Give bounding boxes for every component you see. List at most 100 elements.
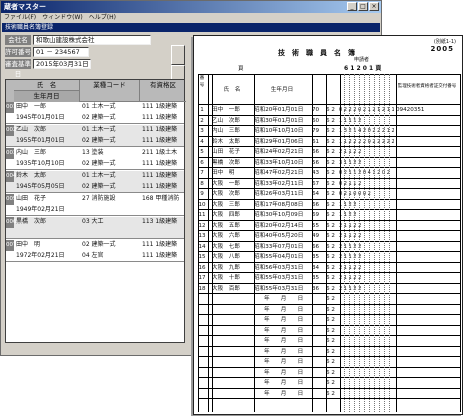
row-qual-2[interactable]: 111 1級建築: [142, 182, 186, 192]
report-row-license: [396, 252, 456, 262]
row-industry-2[interactable]: 02 建築一式: [82, 159, 138, 169]
report-row-birth: 昭和40年05月20日: [254, 233, 304, 239]
row-qual-1[interactable]: 168 甲種消防: [142, 194, 186, 204]
row-industry-1[interactable]: 13 塗装: [82, 148, 138, 158]
row-industry-1[interactable]: 01 土木一式: [82, 125, 138, 135]
grid-row[interactable]: 006 黒橋 次郎 03 大工 113 1級建築: [6, 217, 184, 239]
review-date-field[interactable]: 2015年03月31日: [33, 59, 91, 69]
report-row-code: 6 2: [326, 243, 335, 250]
row-name[interactable]: 黒橋 次郎: [16, 217, 78, 227]
row-qual-1[interactable]: 111 1級建築: [142, 102, 186, 112]
row-birth[interactable]: 1945年01月01日: [16, 113, 78, 123]
row-industry-2[interactable]: 02 建築一式: [82, 182, 138, 192]
grid-row[interactable]: 001 田中 一郎 1945年01月01日 01 土木一式 02 建築一式 111 1級建…: [6, 102, 184, 124]
report-blank-code: 6 2: [326, 338, 335, 344]
row-birth[interactable]: 1949年02月21日: [16, 205, 78, 215]
row-qual-2[interactable]: 111 1級建築: [142, 113, 186, 123]
report-row-age: 56: [312, 159, 320, 166]
license-field[interactable]: 01 － 234567: [33, 47, 89, 57]
row-industry-1[interactable]: 02 建築一式: [82, 240, 138, 250]
window-titlebar[interactable]: 蔵者マスター _ □ ×: [1, 1, 381, 13]
row-industry-2[interactable]: 02 建築一式: [82, 136, 138, 146]
menu-help[interactable]: ヘルプ(H): [89, 13, 116, 23]
report-row-name: 大阪 六郎: [212, 233, 240, 239]
row-name[interactable]: 田中 一郎: [16, 102, 78, 112]
report-digit-rule: [374, 74, 375, 412]
report-row-license: [396, 116, 456, 126]
report-row-name: 乙山 次郎: [212, 117, 240, 124]
report-blank-birth: 年 月 日: [264, 306, 304, 313]
row-industry-1[interactable]: 01 土木一式: [82, 102, 138, 112]
row-industry-1[interactable]: 27 消防施設: [82, 194, 138, 204]
report-blank-code: 6 2: [326, 327, 335, 334]
maximize-icon[interactable]: □: [358, 2, 368, 11]
report-blank-code: 6 2: [326, 306, 335, 313]
row-name[interactable]: 鈴木 太郎: [16, 171, 78, 181]
report-blank-row: 年 月 日 6 2: [198, 347, 460, 357]
report-blank-birth: 年 月 日: [264, 380, 304, 386]
report-row-no: 5: [200, 149, 204, 155]
row-birth[interactable]: 1935年10月10日: [16, 159, 78, 169]
report-row-code: 6 2: [326, 254, 335, 260]
report-row-code: 6 2: [326, 285, 335, 292]
row-industry-1[interactable]: 01 土木一式: [82, 171, 138, 181]
report-column-rule: [326, 74, 327, 412]
row-industry-1[interactable]: 03 大工: [82, 217, 138, 227]
report-row-no: 16: [198, 264, 206, 271]
company-field[interactable]: 和歌山建設株式会社: [33, 35, 151, 45]
report-row-age: 66: [312, 243, 320, 250]
row-qual-2[interactable]: 111 1級建築: [142, 251, 186, 261]
report-year: 2005: [430, 45, 454, 53]
report-row: 17 大阪 十郎 昭和55年03月31日 35 6 2 2 1 1 2 2: [198, 273, 460, 284]
report-row-license: [396, 210, 456, 220]
grid-row[interactable]: 007 田中 明 1972年02月21日 02 建築一式 04 左官 111 1級建築 11…: [6, 240, 184, 262]
row-name[interactable]: 山田 花子: [16, 194, 78, 204]
report-row-age: 70: [312, 107, 320, 113]
report-row: 3 内山 三郎 昭和10年10月10日 79 6 2 1 3 2 1 4 2 0 2 2 …: [198, 126, 460, 137]
report-blank-row: 年 月 日 6 2: [198, 336, 460, 347]
row-qual-1[interactable]: 111 1級建築: [142, 171, 186, 181]
close-icon[interactable]: ×: [369, 2, 379, 11]
report-row: 8 大阪 一郎 昭和33年02月11日 67 6 2 0 2 1 1 2: [198, 179, 460, 189]
grid-row[interactable]: 003 内山 三郎 1935年10月10日 13 塗装 02 建築一式 211 1級土木 1…: [6, 148, 184, 170]
report-row-no: 14: [198, 243, 206, 250]
minimize-icon[interactable]: _: [347, 2, 357, 11]
report-row-digits: 2 1 1 2 2: [339, 243, 362, 250]
report-column-rule: [312, 74, 313, 412]
report-row: 15 大阪 八郎 昭和55年04月01日 35 6 2 2 1 1 2 2: [198, 252, 460, 263]
report-row-code: 6 2: [326, 222, 335, 229]
row-industry-2[interactable]: 04 左官: [82, 251, 138, 261]
subwindow-title: 技術職員名簿登録: [5, 24, 54, 31]
row-birth[interactable]: 1945年05月05日: [16, 182, 78, 192]
report-row-birth: 昭和55年04月01日: [254, 254, 304, 260]
report-row-age: 35: [312, 275, 320, 281]
grid-row[interactable]: 005 山田 花子 1949年02月21日 27 消防施設 168 甲種消防: [6, 194, 184, 216]
menu-window[interactable]: ウィンドウ(W): [42, 13, 83, 23]
grid-row[interactable]: 002 乙山 次郎 1955年01月01日 01 土木一式 02 建築一式 111 1級建…: [6, 125, 184, 147]
col-license: 監理技術者資格者証交付番号: [397, 84, 457, 89]
row-name[interactable]: 内山 三郎: [16, 148, 78, 158]
row-industry-2[interactable]: 02 建築一式: [82, 113, 138, 123]
row-qual-1[interactable]: 111 1級建築: [142, 240, 186, 250]
report-row-digits: 1 1 2 2: [339, 201, 357, 208]
row-qual-1[interactable]: 211 1級土木: [142, 148, 186, 158]
row-name[interactable]: 乙山 次郎: [16, 125, 78, 135]
side-button-1[interactable]: [171, 45, 185, 65]
report-digit-rule: [384, 74, 385, 412]
menu-file[interactable]: ファイル(F): [4, 13, 36, 23]
row-birth[interactable]: 1972年02月21日: [16, 251, 78, 261]
report-row-no: 6: [200, 159, 204, 166]
report-row-digits: 1 1 2 2: [339, 212, 357, 218]
row-qual-1[interactable]: 111 1級建築: [142, 125, 186, 135]
license-label: 許可番号: [5, 47, 31, 57]
row-birth[interactable]: 1955年01月01日: [16, 136, 78, 146]
row-qual-2[interactable]: 111 1級建築: [142, 159, 186, 169]
report-row-license: [396, 231, 456, 241]
row-name[interactable]: 田中 明: [16, 240, 78, 250]
report-blank-row: 年 月 日 6 2: [198, 305, 460, 315]
subwindow-titlebar[interactable]: 技術職員名簿登録: [2, 23, 380, 32]
grid-row[interactable]: 004 鈴木 太郎 1945年05月05日 01 土木一式 02 建築一式 111 1級建…: [6, 171, 184, 193]
row-qual-1[interactable]: 113 1級建築: [142, 217, 186, 227]
header-qualification: 有資格区: [140, 80, 186, 102]
row-qual-2[interactable]: 111 1級建築: [142, 136, 186, 146]
